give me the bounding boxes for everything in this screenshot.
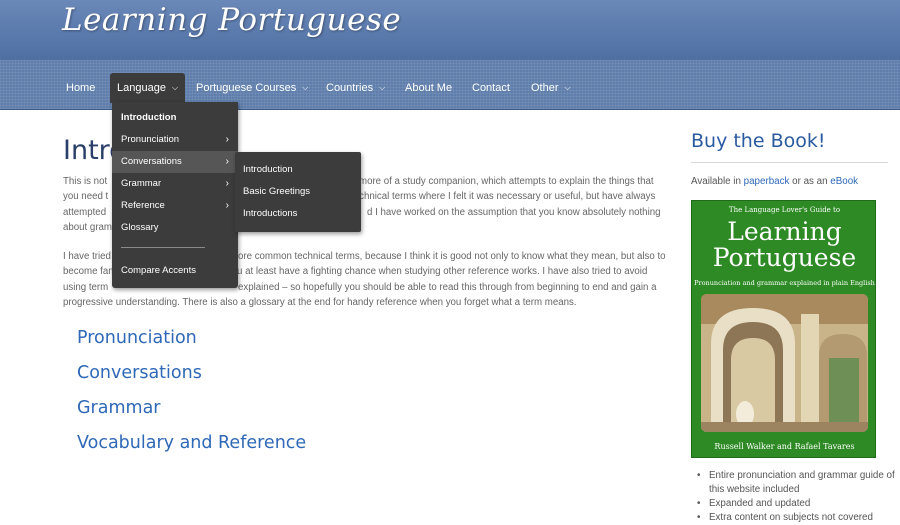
book-features-list: Entire pronunciation and grammar guide o… — [695, 469, 895, 525]
menu-item-pronunciation[interactable]: Pronunciation › — [112, 129, 238, 151]
book-cover-photo — [701, 294, 868, 432]
book-cover-image[interactable]: The Language Lover's Guide to Learning P… — [691, 200, 876, 458]
menu-item-label: Glossary — [121, 222, 159, 233]
nav-other-label: Other — [531, 82, 559, 94]
availability-prefix: Available in — [691, 176, 744, 187]
list-item: Expanded and updated — [695, 497, 895, 511]
nav-about-me-label: About Me — [405, 82, 453, 94]
paragraph-text: become fam — [63, 266, 117, 278]
submenu-item-introductions[interactable]: Introductions — [235, 203, 361, 225]
nav-home[interactable]: Home — [59, 75, 102, 101]
section-link-conversations[interactable]: Conversations — [77, 363, 202, 383]
paragraph-text: attempted — [63, 206, 107, 218]
chevron-right-icon: › — [225, 178, 229, 189]
language-dropdown-menu: Introduction Pronunciation › Conversation… — [112, 102, 238, 288]
nav-language[interactable]: Language ⌵ — [110, 73, 186, 103]
nav-portuguese-courses[interactable]: Portuguese Courses ⌵ — [189, 75, 315, 101]
nav-home-label: Home — [66, 82, 96, 94]
paragraph-text: This is not — [63, 176, 108, 187]
nav-about-me[interactable]: About Me — [398, 75, 459, 101]
site-logo[interactable]: Learning Portuguese — [62, 2, 401, 38]
submenu-item-basic-greetings[interactable]: Basic Greetings — [235, 181, 361, 203]
submenu-item-label: Basic Greetings — [243, 186, 311, 197]
book-cover-title-line2: Portuguese — [712, 243, 857, 272]
nav-contact-label: Contact — [472, 82, 510, 94]
sidebar-title: Buy the Book! — [691, 130, 826, 152]
menu-item-label: Grammar — [121, 178, 162, 189]
menu-item-label: Conversations — [121, 156, 182, 167]
menu-divider — [121, 247, 205, 248]
menu-item-conversations[interactable]: Conversations › — [112, 151, 238, 173]
paragraph-text: more of a study companion, which attempt… — [359, 176, 654, 187]
paragraph-text: about gram — [63, 222, 113, 234]
paragraph-text: u at least have a fighting chance when s… — [237, 266, 648, 278]
menu-item-label: Pronunciation — [121, 134, 180, 145]
chevron-right-icon: › — [225, 156, 229, 167]
list-item: Entire pronunciation and grammar guide o… — [695, 469, 895, 497]
availability-middle: or as an — [789, 176, 831, 187]
nav-other[interactable]: Other ⌵ — [524, 75, 578, 101]
menu-item-reference[interactable]: Reference › — [112, 195, 238, 217]
menu-item-label: Introduction — [121, 112, 177, 123]
chevron-down-icon: ⌵ — [171, 83, 179, 93]
book-cover-authors: Russell Walker and Rafael Tavares — [714, 442, 855, 451]
nav-language-label: Language — [117, 82, 166, 94]
chevron-right-icon: › — [225, 200, 229, 211]
menu-item-label: Reference — [121, 200, 165, 211]
menu-item-glossary[interactable]: Glossary — [112, 217, 238, 239]
archway-illustration — [701, 294, 868, 432]
section-link-grammar[interactable]: Grammar — [77, 398, 161, 418]
paragraph-text: d I have worked on the assumption that y… — [367, 206, 661, 218]
book-cover-title-line1: Learning — [727, 217, 842, 246]
paragraph-text: using term — [63, 281, 109, 293]
site-header: Learning Portuguese — [0, 0, 900, 60]
nav-contact[interactable]: Contact — [465, 75, 517, 101]
menu-item-introduction[interactable]: Introduction — [112, 107, 238, 129]
conversations-submenu: Introduction Basic Greetings Introductio… — [235, 152, 361, 232]
menu-item-label: Compare Accents — [121, 265, 196, 276]
paragraph-text: I have tried — [63, 251, 111, 262]
section-link-pronunciation[interactable]: Pronunciation — [77, 328, 197, 348]
chevron-down-icon: ⌵ — [302, 83, 309, 93]
paragraph-line: progressive understanding. There is also… — [63, 295, 673, 310]
book-cover-top-line: The Language Lover's Guide to — [728, 206, 841, 214]
paragraph-text: progressive understanding. There is also… — [63, 297, 577, 309]
menu-item-compare-accents[interactable]: Compare Accents — [112, 260, 238, 282]
paperback-link[interactable]: paperback — [744, 176, 790, 187]
paragraph-text: ore common technical terms, because I th… — [238, 251, 666, 262]
paragraph-text: explained – so hopefully you should be a… — [238, 281, 657, 293]
paragraph-text: you need t — [63, 191, 109, 203]
book-cover-subtitle: Pronunciation and grammar explained in p… — [694, 279, 875, 287]
submenu-item-introduction[interactable]: Introduction — [235, 159, 361, 181]
chevron-down-icon: ⌵ — [379, 83, 386, 93]
chevron-right-icon: › — [225, 134, 229, 145]
sidebar-divider — [691, 162, 888, 163]
submenu-item-label: Introduction — [243, 164, 293, 175]
menu-item-grammar[interactable]: Grammar › — [112, 173, 238, 195]
nav-countries[interactable]: Countries ⌵ — [319, 75, 392, 101]
section-link-vocabulary-reference[interactable]: Vocabulary and Reference — [77, 433, 306, 453]
list-item: Extra content on subjects not covered — [695, 511, 895, 525]
ebook-link[interactable]: eBook — [830, 176, 858, 187]
availability-text: Available in paperback or as an eBook — [691, 176, 858, 187]
nav-portuguese-courses-label: Portuguese Courses — [196, 82, 297, 94]
submenu-item-label: Introductions — [243, 208, 298, 219]
paragraph-text: d technical terms where I felt it was ne… — [343, 191, 656, 203]
chevron-down-icon: ⌵ — [564, 83, 571, 93]
nav-countries-label: Countries — [326, 82, 374, 94]
